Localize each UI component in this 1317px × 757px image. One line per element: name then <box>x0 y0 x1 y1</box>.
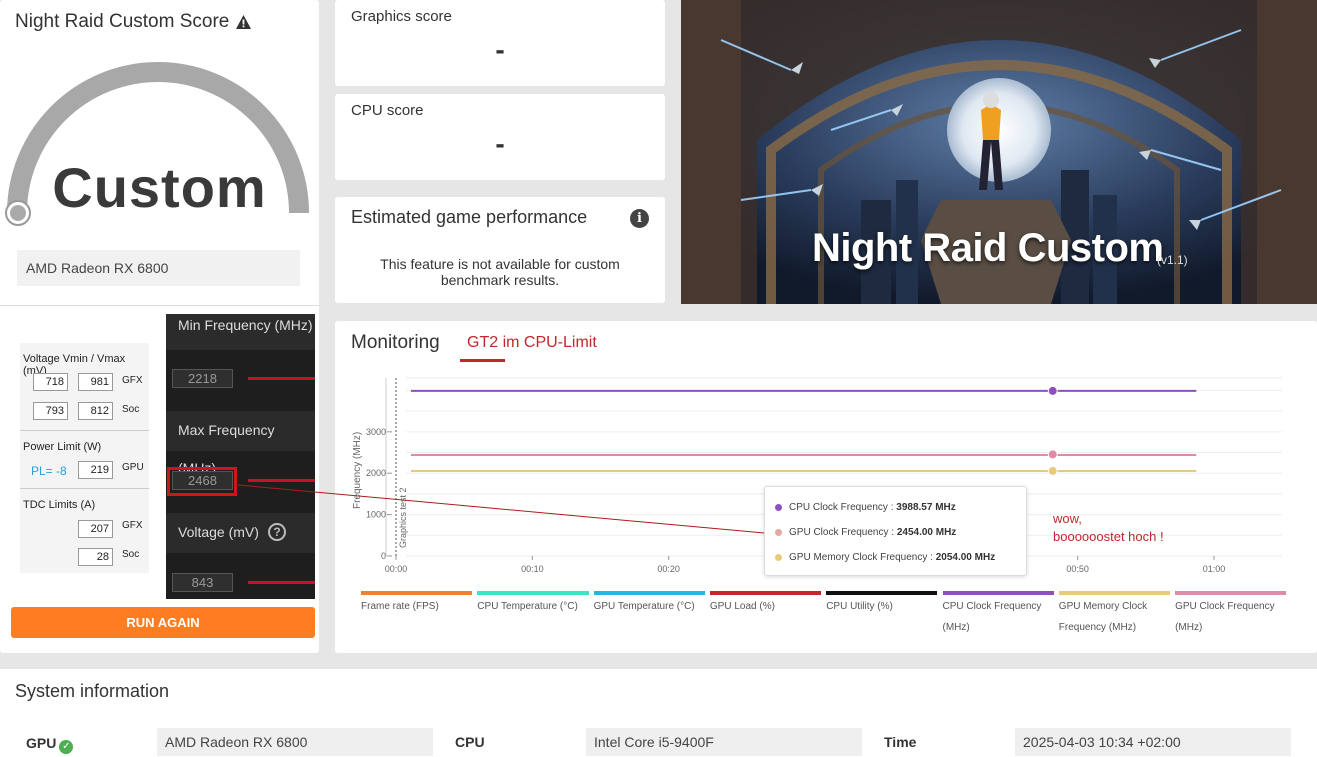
annotation-line: boooooostet hoch ! <box>1053 529 1164 544</box>
legend-color-bar[interactable] <box>826 591 938 595</box>
annotation-text: wow, boooooostet hoch ! <box>1053 510 1164 546</box>
graphics-score-value: - <box>495 34 505 65</box>
min-frequency-field[interactable]: 2218 <box>172 369 233 388</box>
legend-item-label[interactable]: CPU Temperature (°C) <box>477 596 585 617</box>
legend-item-label[interactable]: GPU Temperature (°C) <box>594 596 702 617</box>
power-limit-label: Power Limit (W) <box>23 441 102 453</box>
graphics-score-card: Graphics score - <box>335 0 665 86</box>
soc-vmax-field[interactable]: 812 <box>78 402 113 420</box>
tooltip-row: CPU Clock Frequency : 3988.57 MHz <box>775 502 956 513</box>
system-information-title: System information <box>15 681 170 701</box>
time-value: 2025-04-03 10:34 +02:00 <box>1015 728 1291 756</box>
estimated-performance-message: This feature is not available for custom… <box>380 256 620 288</box>
divider <box>0 305 319 306</box>
power-limit-field[interactable]: 219 <box>78 461 113 479</box>
min-frequency-label: Min Frequency (MHz) <box>166 314 315 350</box>
legend-color-bar[interactable] <box>361 591 473 595</box>
legend-color-bar[interactable] <box>1175 591 1287 595</box>
cpu-score-value: - <box>495 128 505 159</box>
annotation-underline <box>460 359 505 362</box>
check-icon: ✓ <box>59 740 74 754</box>
max-frequency-label: Max Frequency (MHz) <box>166 411 315 476</box>
gfx-vmin-field[interactable]: 718 <box>33 373 68 391</box>
min-frequency-slider[interactable] <box>248 377 315 380</box>
estimated-performance-title: Estimated game performance <box>351 207 588 227</box>
tdc-soc-field[interactable]: 28 <box>78 548 113 566</box>
gpu-label: GPU ✓ <box>26 735 74 754</box>
annotation-line: wow, <box>1053 511 1082 526</box>
tooltip-label: GPU Memory Clock Frequency <box>789 552 928 563</box>
score-title: Night Raid Custom Score <box>15 11 230 32</box>
legend-item-label[interactable]: GPU Load (%) <box>710 596 818 617</box>
help-icon[interactable]: ? <box>268 523 286 541</box>
voltage-slider[interactable] <box>248 581 315 584</box>
score-gpu-name: AMD Radeon RX 6800 <box>17 250 300 286</box>
cpu-score-label: CPU score <box>351 102 424 119</box>
voltage-field[interactable]: 843 <box>172 573 233 592</box>
estimated-performance-card: Estimated game performance i This featur… <box>335 197 665 303</box>
benchmark-title: Night Raid Custom <box>812 226 1164 270</box>
tdc-limits-label: TDC Limits (A) <box>23 499 96 511</box>
chart-tooltip: CPU Clock Frequency : 3988.57 MHz GPU Cl… <box>764 486 1027 576</box>
legend-item-label[interactable]: Frame rate (FPS) <box>361 596 469 617</box>
tooltip-value: 3988.57 MHz <box>896 502 956 513</box>
tooltip-row: GPU Clock Frequency : 2454.00 MHz <box>775 527 956 538</box>
legend-color-bar[interactable] <box>477 591 589 595</box>
info-icon[interactable]: i <box>630 209 649 228</box>
run-again-button[interactable]: RUN AGAIN <box>11 607 315 638</box>
legend-color-bar[interactable] <box>942 591 1054 595</box>
cpu-score-card: CPU score - <box>335 94 665 180</box>
tooltip-label: GPU Clock Frequency <box>789 527 889 538</box>
tooltip-value: 2054.00 MHz <box>935 552 996 563</box>
tooltip-value: 2454.00 MHz <box>896 527 957 538</box>
soc-tag: Soc <box>122 404 140 415</box>
tooltip-dot <box>775 503 782 511</box>
soc-vmin-field[interactable]: 793 <box>33 402 68 420</box>
tooltip-label: CPU Clock Frequency <box>789 502 888 513</box>
max-frequency-slider[interactable] <box>248 479 315 482</box>
tooltip-row: GPU Memory Clock Frequency : 2054.00 MHz <box>775 552 995 563</box>
legend-item-label[interactable]: GPU Memory Clock Frequency (MHz) <box>1059 596 1167 638</box>
tdc-gfx-field[interactable]: 207 <box>78 520 113 538</box>
voltage-label: Voltage (mV) <box>166 513 315 553</box>
cpu-value: Intel Core i5-9400F <box>586 728 862 756</box>
legend-color-bar[interactable] <box>1058 591 1171 595</box>
gpu-value: AMD Radeon RX 6800 <box>157 728 433 756</box>
legend-color-bar[interactable] <box>593 591 705 595</box>
warning-icon[interactable] <box>235 14 252 30</box>
legend-item-label[interactable]: CPU Utility (%) <box>826 596 934 617</box>
score-value: Custom <box>52 156 267 219</box>
gfx-tag: GFX <box>122 375 143 386</box>
system-information-card: System information GPU ✓ AMD Radeon RX 68… <box>0 669 1317 757</box>
overclock-settings-panel: Voltage Vmin / Vmax (mV) 718 981 GFX 793… <box>20 343 149 573</box>
power-limit-note: PL= -8 <box>31 464 67 478</box>
monitoring-title: Monitoring <box>351 332 440 353</box>
monitoring-annotation-note: GT2 im CPU-Limit <box>467 334 597 351</box>
graphics-score-label: Graphics score <box>351 8 452 25</box>
gfx-vmax-field[interactable]: 981 <box>78 373 113 391</box>
time-label: Time <box>884 734 917 750</box>
divider <box>20 488 149 489</box>
legend-item-label[interactable]: GPU Clock Frequency (MHz) <box>1175 596 1283 638</box>
gfx-tag: GFX <box>122 520 143 531</box>
soc-tag: Soc <box>122 549 140 560</box>
divider <box>20 430 149 431</box>
annotation-highlight-box <box>167 467 237 496</box>
gpu-tag: GPU <box>122 462 144 473</box>
legend-color-bar[interactable] <box>709 591 822 595</box>
cpu-label: CPU <box>455 734 485 750</box>
benchmark-version: (v1.1) <box>1157 253 1188 267</box>
tooltip-dot <box>775 528 782 536</box>
tooltip-dot <box>775 553 782 561</box>
legend-item-label[interactable]: CPU Clock Frequency (MHz) <box>943 596 1051 638</box>
frequency-panel: Min Frequency (MHz) 2218 Max Frequency (… <box>166 314 315 599</box>
